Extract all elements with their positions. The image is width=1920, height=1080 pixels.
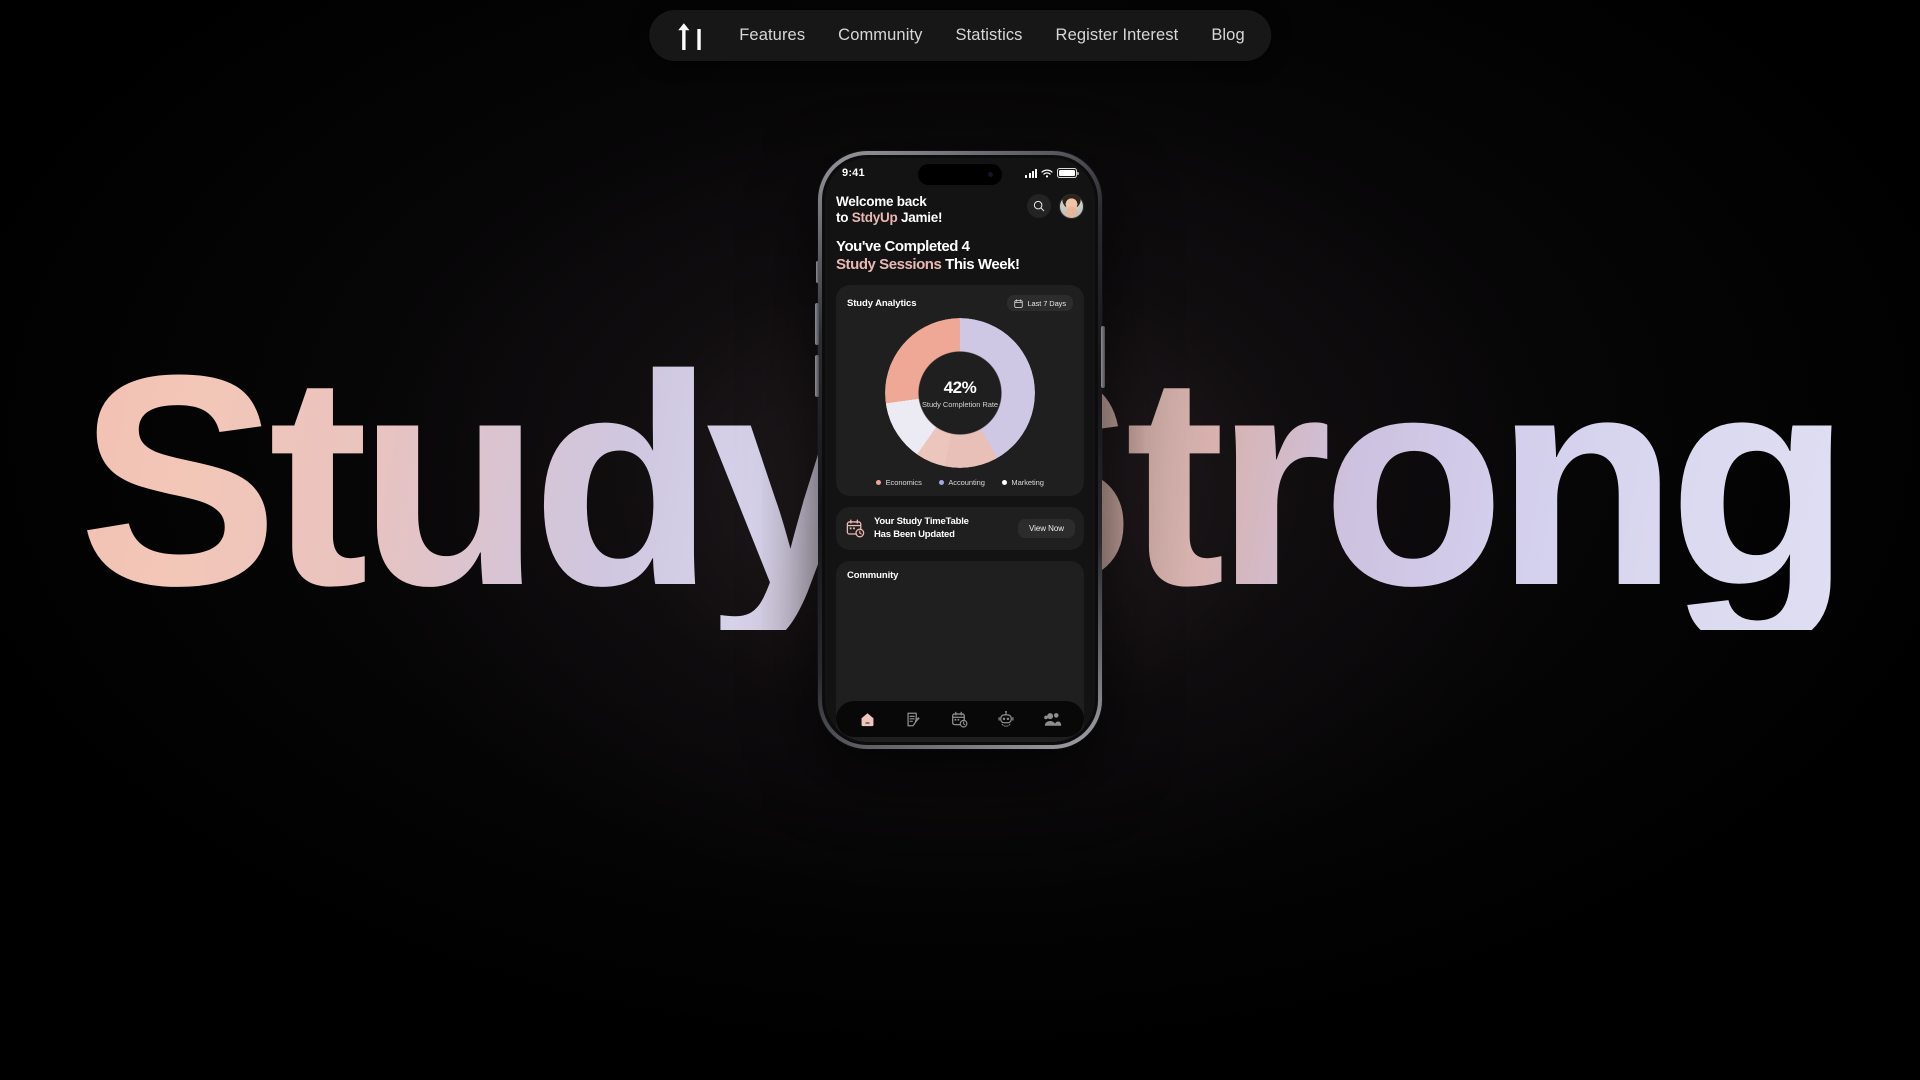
headline-line-2: Study Sessions This Week!	[836, 256, 1084, 274]
legend-dot-economics	[876, 480, 882, 485]
completion-rate-value: 42%	[943, 377, 977, 397]
front-camera-icon	[988, 172, 993, 177]
legend-item-economics: Economics	[876, 478, 922, 487]
timetable-card: Your Study TimeTable Has Been Updated Vi…	[836, 507, 1084, 550]
app-header: Welcome back to StdyUp Jamie!	[836, 194, 1084, 226]
timetable-line-1: Your Study TimeTable	[874, 516, 969, 527]
notes-edit-icon	[907, 712, 920, 726]
legend-label-economics: Economics	[885, 478, 922, 487]
study-analytics-card: Study Analytics Last 7 Days 42% Study Co…	[836, 285, 1084, 496]
tab-home[interactable]	[853, 705, 881, 733]
nav-link-features[interactable]: Features	[739, 26, 805, 45]
timetable-text: Your Study TimeTable Has Been Updated	[874, 516, 1009, 541]
tab-calendar[interactable]	[946, 705, 974, 733]
welcome-suffix: Jamie!	[897, 210, 943, 225]
dynamic-island	[918, 164, 1002, 185]
phone-mute-switch[interactable]	[816, 261, 819, 283]
search-icon[interactable]	[1027, 194, 1051, 218]
calendar-clock-icon	[952, 711, 968, 728]
status-bar: 9:41	[825, 158, 1095, 188]
status-indicators	[1025, 168, 1079, 178]
analytics-title: Study Analytics	[847, 297, 917, 309]
people-group-icon	[1044, 712, 1062, 726]
battery-icon	[1057, 168, 1079, 178]
date-range-chip[interactable]: Last 7 Days	[1007, 295, 1073, 311]
chat-bot-icon	[998, 710, 1014, 727]
bottom-tab-bar	[836, 701, 1084, 737]
cellular-signal-icon	[1025, 168, 1037, 178]
tab-chatbot[interactable]	[992, 705, 1020, 733]
phone-screen: 9:41 Welcome back to StdyUp Jamie! You'v…	[825, 158, 1095, 742]
nav-link-statistics[interactable]: Statistics	[956, 26, 1023, 45]
phone-bezel: 9:41 Welcome back to StdyUp Jamie! You'v…	[822, 155, 1098, 745]
analytics-card-header: Study Analytics Last 7 Days	[847, 295, 1073, 311]
legend-dot-accounting	[938, 480, 944, 485]
top-navbar: Features Community Statistics Register I…	[649, 10, 1271, 61]
tab-people[interactable]	[1039, 705, 1067, 733]
legend-item-marketing: Marketing	[1001, 478, 1044, 487]
tab-notes[interactable]	[900, 705, 928, 733]
donut-chart: 42% Study Completion Rate	[885, 318, 1035, 468]
headline-rest: This Week!	[941, 256, 1020, 273]
phone-volume-up-button[interactable]	[815, 303, 819, 345]
uturn-arrow-logo[interactable]	[671, 19, 705, 53]
headline-block: You've Completed 4 Study Sessions This W…	[836, 238, 1084, 274]
view-now-button[interactable]: View Now	[1017, 519, 1075, 538]
legend-item-accounting: Accounting	[938, 478, 985, 487]
timetable-line-2: Has Been Updated	[874, 528, 955, 540]
headline-line-1: You've Completed 4	[836, 238, 970, 255]
legend-label-marketing: Marketing	[1011, 478, 1044, 487]
status-time: 9:41	[842, 167, 865, 179]
chart-legend: Economics Accounting Marketing	[847, 478, 1073, 487]
nav-link-register-interest[interactable]: Register Interest	[1056, 26, 1179, 45]
nav-link-blog[interactable]: Blog	[1211, 26, 1244, 45]
avatar[interactable]	[1059, 194, 1084, 219]
calendar-clock-icon	[846, 519, 865, 538]
date-range-label: Last 7 Days	[1027, 298, 1066, 308]
wifi-icon	[1041, 169, 1053, 177]
welcome-line-2: to StdyUp Jamie!	[836, 210, 1019, 226]
phone-mockup: 9:41 Welcome back to StdyUp Jamie! You'v…	[815, 151, 1105, 749]
nav-link-community[interactable]: Community	[838, 26, 922, 45]
welcome-line-1: Welcome back	[836, 194, 927, 209]
phone-volume-down-button[interactable]	[815, 355, 819, 397]
phone-power-button[interactable]	[1101, 326, 1105, 388]
community-title: Community	[847, 570, 899, 581]
search-glyph	[1033, 200, 1045, 212]
legend-dot-marketing	[1001, 480, 1007, 485]
welcome-prefix: to	[836, 210, 852, 225]
nav-links: Features Community Statistics Register I…	[739, 26, 1245, 45]
completion-rate-label: Study Completion Rate	[921, 399, 999, 409]
home-icon	[861, 712, 874, 726]
calendar-icon	[1014, 298, 1024, 308]
app-content: Welcome back to StdyUp Jamie! You've Com…	[825, 188, 1095, 742]
legend-label-accounting: Accounting	[948, 478, 985, 487]
brand-name: StdyUp	[851, 210, 898, 225]
welcome-text: Welcome back to StdyUp Jamie!	[836, 194, 1019, 226]
donut-center-labels: 42% Study Completion Rate	[885, 318, 1035, 468]
headline-accent: Study Sessions	[836, 256, 942, 273]
